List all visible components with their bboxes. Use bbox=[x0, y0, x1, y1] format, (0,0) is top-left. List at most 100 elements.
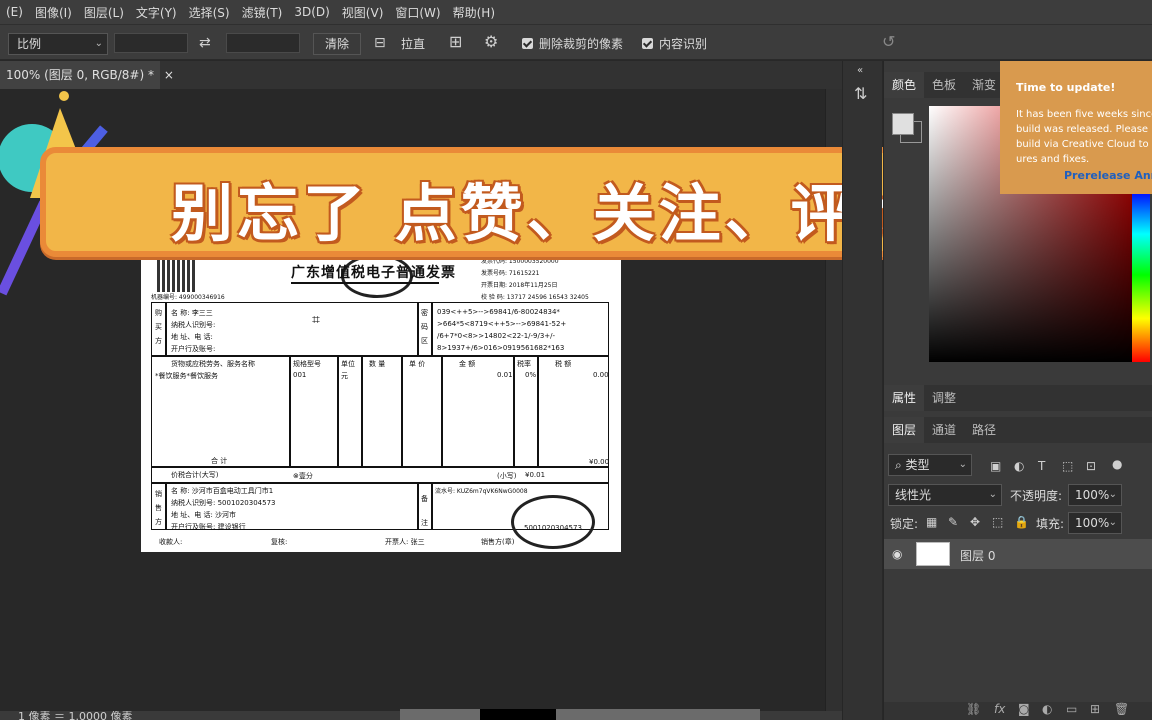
filter-pixel-icon[interactable]: ▣ bbox=[990, 458, 1001, 474]
document-tab[interactable]: 100% (图层 0, RGB/8#) * × bbox=[0, 61, 174, 89]
lock-brush-icon[interactable]: ✎ bbox=[948, 514, 958, 530]
fill-label: 填充: bbox=[1036, 517, 1065, 531]
tab-properties[interactable]: 属性 bbox=[884, 385, 925, 411]
blend-mode-dropdown[interactable]: 线性光 ⌄ bbox=[888, 484, 1002, 506]
menu-item-view[interactable]: 视图(V) bbox=[336, 4, 390, 21]
undo-icon[interactable]: ↺ bbox=[882, 34, 895, 50]
swap-icon[interactable]: ⇄ bbox=[199, 35, 211, 51]
delete-cropped-checkbox[interactable] bbox=[522, 38, 533, 49]
adjustment-layer-icon[interactable]: ◐ bbox=[1042, 702, 1052, 716]
buyer-bank: 开户行及账号: bbox=[171, 345, 216, 353]
seller-sign-label: 销售方(章) bbox=[481, 538, 515, 546]
layers-panel-tabs: 图层 通道 路径 bbox=[884, 417, 1152, 443]
row-divider bbox=[151, 355, 609, 357]
grid-overlay-icon[interactable]: ⊞ bbox=[449, 34, 462, 50]
tab-color[interactable]: 颜色 bbox=[884, 72, 925, 98]
menu-item-type[interactable]: 文字(Y) bbox=[130, 4, 183, 21]
straighten-icon[interactable]: ⊟ bbox=[374, 35, 386, 51]
machine-number: 机器编号: 499000346916 bbox=[151, 294, 225, 301]
collapse-icon[interactable]: « bbox=[857, 63, 863, 79]
height-input[interactable] bbox=[226, 33, 300, 53]
lock-transparency-icon[interactable]: ▦ bbox=[926, 514, 937, 530]
document-tab-bar: 100% (图层 0, RGB/8#) * × bbox=[0, 61, 842, 89]
new-layer-icon[interactable]: ⊞ bbox=[1090, 702, 1100, 716]
close-icon[interactable]: × bbox=[158, 68, 174, 82]
total-incl-value: ⊗壹分 bbox=[293, 472, 313, 480]
col-divider bbox=[431, 482, 433, 530]
lock-all-icon[interactable]: 🔒 bbox=[1014, 514, 1029, 530]
menu-item-3d[interactable]: 3D(D) bbox=[288, 5, 335, 19]
lock-label: 锁定: bbox=[890, 517, 919, 531]
update-body: It has been five weeks since build was r… bbox=[1016, 109, 1152, 165]
menu-item-help[interactable]: 帮助(H) bbox=[447, 4, 501, 21]
filter-shape-icon[interactable]: ⬚ bbox=[1062, 458, 1073, 474]
title-underline bbox=[291, 282, 439, 284]
rate-header: 税率 bbox=[517, 360, 531, 368]
side-label-remark: 备 注 bbox=[421, 495, 428, 527]
opacity-input[interactable]: 100% ⌄ bbox=[1068, 484, 1122, 506]
goods-item: *餐饮服务*餐饮服务 bbox=[155, 372, 218, 380]
cipher-line: >664*5<8719<++5>-->69841-52+ bbox=[437, 320, 567, 328]
width-input[interactable] bbox=[114, 33, 188, 53]
menu-item-window[interactable]: 窗口(W) bbox=[389, 4, 446, 21]
add-mask-icon[interactable]: ◙ bbox=[1018, 702, 1030, 716]
layer-row[interactable]: ◉ 图层 0 bbox=[884, 539, 1152, 569]
menu-item-filter[interactable]: 滤镜(T) bbox=[236, 4, 289, 21]
fx-icon[interactable]: fx bbox=[994, 702, 1005, 716]
chevron-down-icon: ⌄ bbox=[988, 489, 997, 500]
invoice-code: 发票代码: 1500003520000 bbox=[481, 258, 559, 265]
filter-toggle-icon[interactable]: ● bbox=[1112, 456, 1122, 472]
tab-gradients[interactable]: 渐变 bbox=[964, 72, 1004, 98]
lock-move-icon[interactable]: ✥ bbox=[970, 514, 980, 530]
new-group-icon[interactable]: ▭ bbox=[1066, 702, 1077, 716]
seller-tax-id: 纳税人识别号: 5001020304573 bbox=[171, 499, 276, 507]
clear-button[interactable]: 清除 bbox=[313, 33, 361, 55]
col-divider bbox=[401, 355, 403, 466]
total-value: ¥0.00 bbox=[589, 458, 610, 466]
total-incl-label: 价税合计(大写) bbox=[171, 471, 219, 479]
side-label-buyer: 购 买 方 bbox=[155, 309, 162, 345]
filter-type-icon[interactable]: T bbox=[1038, 458, 1045, 474]
menu-item-edit-partial[interactable]: (E) bbox=[0, 5, 29, 19]
menu-item-layer[interactable]: 图层(L) bbox=[78, 4, 130, 21]
chevron-down-icon: ⌄ bbox=[958, 459, 967, 470]
opacity-value: 100% bbox=[1075, 488, 1110, 502]
tab-adjustments[interactable]: 调整 bbox=[924, 385, 964, 411]
menu-item-select[interactable]: 选择(S) bbox=[183, 4, 236, 21]
cipher-line: 8>1937+/6>016>0919561682*163 bbox=[437, 344, 565, 352]
layer-name[interactable]: 图层 0 bbox=[960, 547, 995, 564]
trash-icon[interactable]: 🗑 bbox=[1114, 702, 1129, 716]
prerelease-link[interactable]: Prerelease Annou bbox=[1064, 169, 1152, 182]
lock-artboard-icon[interactable]: ⬚ bbox=[992, 514, 1003, 530]
menu-item-image[interactable]: 图像(I) bbox=[29, 4, 78, 21]
content-aware-label: 内容识别 bbox=[659, 37, 708, 51]
foreground-color-swatch[interactable] bbox=[892, 113, 914, 135]
crop-cursor-icon: ⌗ bbox=[312, 312, 320, 328]
fill-value: 100% bbox=[1075, 516, 1110, 530]
layer-filter-dropdown[interactable]: ⌕ 类型 ⌄ bbox=[888, 454, 972, 476]
properties-panel-tabs: 属性 调整 bbox=[884, 385, 1152, 411]
gear-icon[interactable]: ⚙ bbox=[484, 34, 498, 50]
tab-paths[interactable]: 路径 bbox=[964, 417, 1004, 443]
fill-input[interactable]: 100% ⌄ bbox=[1068, 512, 1122, 534]
straighten-label[interactable]: 拉直 bbox=[401, 35, 425, 52]
filter-adjustment-icon[interactable]: ◐ bbox=[1014, 458, 1024, 474]
buyer-name: 名 称: 李三三 bbox=[171, 309, 213, 317]
visibility-eye-icon[interactable]: ◉ bbox=[892, 547, 902, 561]
spec-header: 规格型号 bbox=[293, 360, 321, 368]
layer-thumbnail bbox=[916, 542, 950, 566]
chevron-down-icon: ⌄ bbox=[1108, 489, 1117, 500]
content-aware-checkbox[interactable] bbox=[642, 38, 653, 49]
opacity-label: 不透明度: bbox=[1010, 489, 1063, 503]
buyer-address: 地 址、电 话: bbox=[171, 333, 213, 341]
chevron-down-icon: ⌄ bbox=[1108, 517, 1117, 528]
ratio-dropdown[interactable]: 比例 ⌄ bbox=[8, 33, 108, 55]
history-icon[interactable]: ⇅ bbox=[854, 86, 867, 102]
tab-channels[interactable]: 通道 bbox=[924, 417, 964, 443]
small-value: ¥0.01 bbox=[525, 471, 546, 479]
tab-swatches[interactable]: 色板 bbox=[924, 72, 964, 98]
tab-layers[interactable]: 图层 bbox=[884, 417, 925, 443]
link-layers-icon[interactable]: ⛓ bbox=[966, 702, 981, 716]
filter-smart-object-icon[interactable]: ⊡ bbox=[1086, 458, 1096, 474]
taskbar-fragment bbox=[400, 709, 760, 720]
